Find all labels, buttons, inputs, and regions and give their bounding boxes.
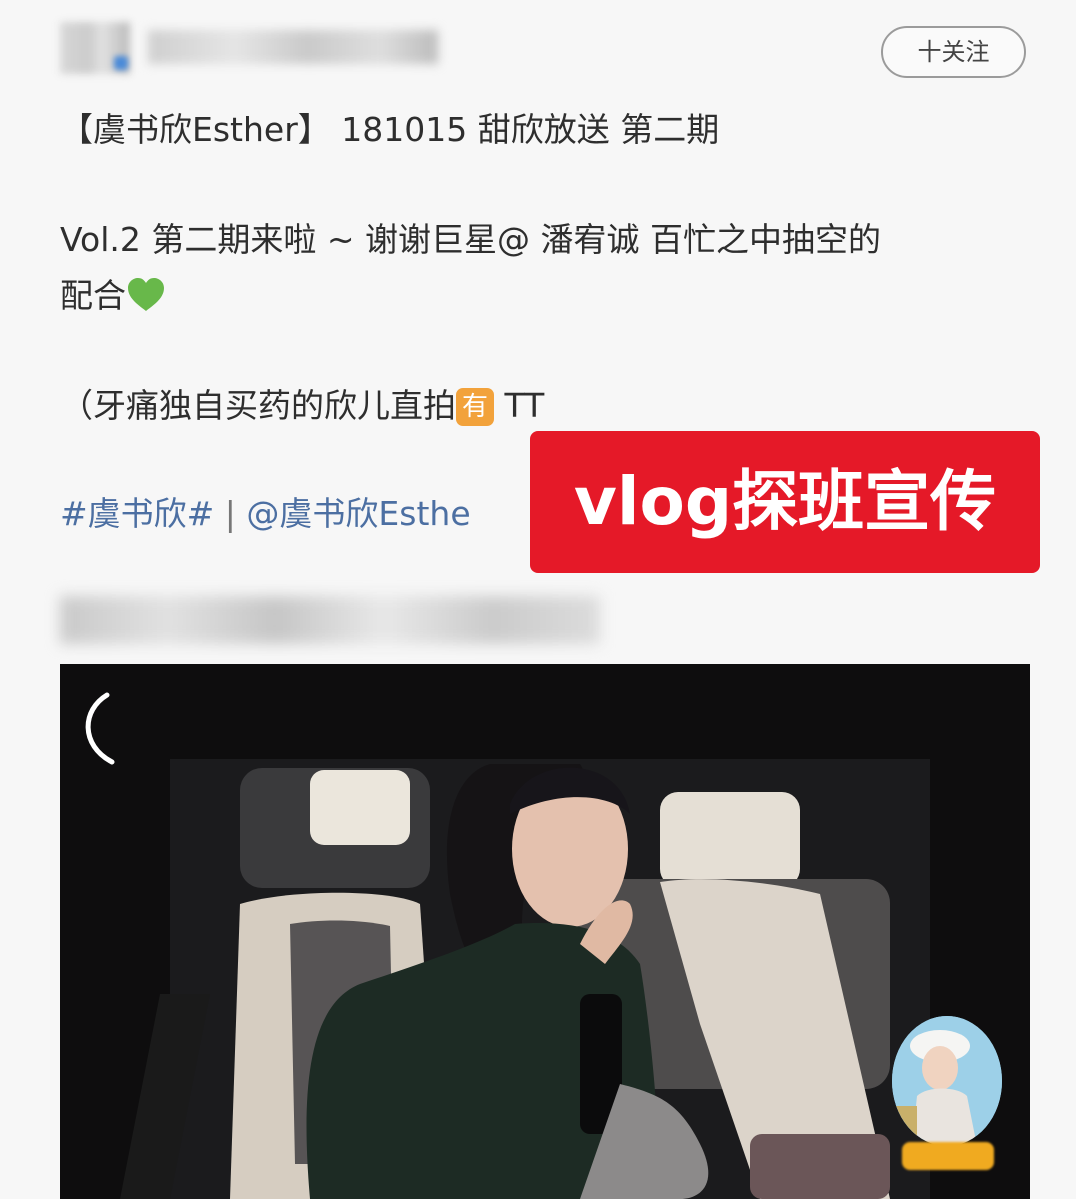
- verified-badge-icon: [114, 56, 128, 70]
- post-vol-line-2: 配合: [60, 270, 166, 322]
- vlog-promo-banner: vlog探班宣传: [530, 431, 1040, 573]
- video-frame: [60, 664, 1030, 1199]
- mention-link[interactable]: @虞书欣Esthe: [246, 494, 470, 533]
- post-header: 十关注: [60, 18, 1030, 78]
- username[interactable]: [148, 30, 438, 64]
- post-note-line: （牙痛独自买药的欣儿直拍有 TT: [60, 380, 544, 432]
- you-badge: 有: [456, 388, 494, 426]
- note-text: （牙痛独自买药的欣儿直拍: [60, 386, 456, 425]
- pip-label-badge: [902, 1142, 994, 1170]
- hashtag-link[interactable]: #虞书欣#: [60, 494, 214, 533]
- post-vol-line: Vol.2 第二期来啦 ~ 谢谢巨星@ 潘宥诚 百忙之中抽空的: [60, 220, 881, 259]
- video-player[interactable]: [60, 664, 1030, 1199]
- post-title: 【虞书欣Esther】 181015 甜欣放送 第二期: [60, 110, 720, 149]
- blurred-text-line: [60, 596, 600, 644]
- post-vol-line-2-text: 配合: [60, 276, 126, 315]
- note-tail: TT: [494, 386, 545, 425]
- post-tag-line: #虞书欣# | @虞书欣Esthe: [60, 488, 471, 540]
- follow-button[interactable]: 十关注: [881, 26, 1026, 78]
- pip-streamer-avatar: [892, 1016, 1002, 1146]
- tag-separator: |: [214, 494, 247, 533]
- loading-spinner-icon: [85, 692, 115, 765]
- heart-emoji-icon: [128, 278, 164, 311]
